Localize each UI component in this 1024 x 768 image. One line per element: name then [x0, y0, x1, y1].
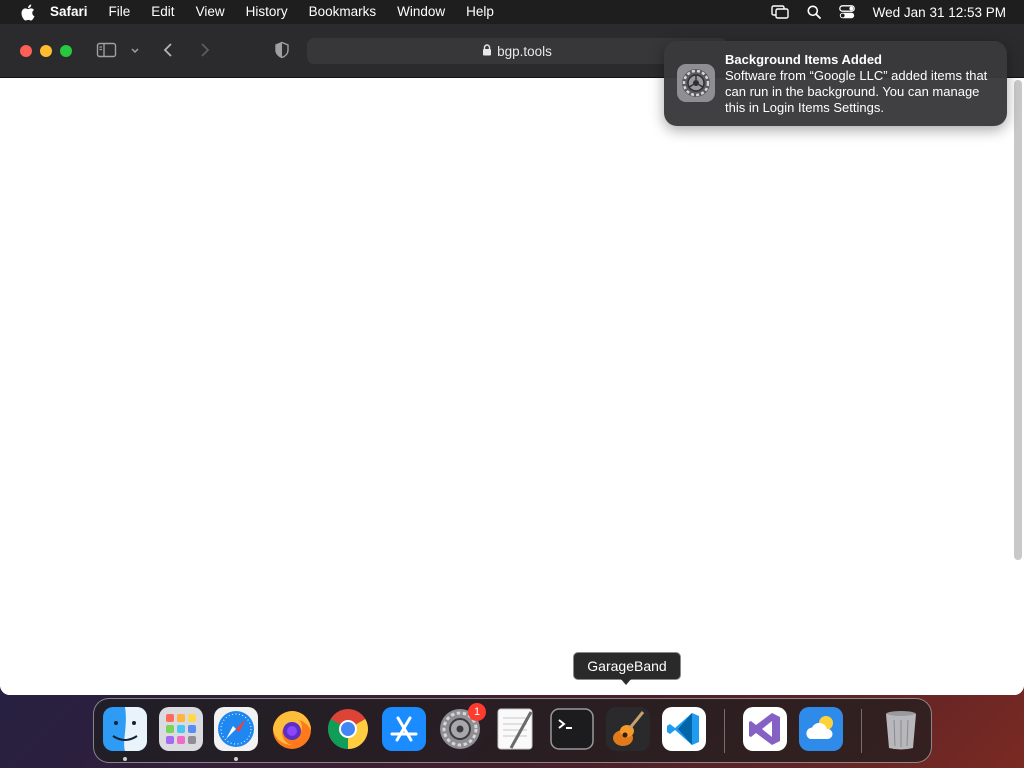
- chevron-left-icon: [163, 43, 172, 57]
- dock: 1: [93, 698, 932, 763]
- dock-separator: [724, 709, 725, 753]
- dock-system-settings-icon[interactable]: 1: [437, 703, 486, 752]
- close-window-button[interactable]: [20, 45, 32, 57]
- menu-edit[interactable]: Edit: [151, 0, 174, 24]
- tooltip-arrow: [620, 678, 632, 685]
- menubar-clock[interactable]: Wed Jan 31 12:53 PM: [873, 5, 1006, 20]
- web-page-content[interactable]: [0, 78, 1024, 695]
- lock-icon: [482, 43, 492, 59]
- dock-finder-icon[interactable]: [102, 706, 148, 752]
- menu-app-name[interactable]: Safari: [50, 0, 88, 24]
- notification-title: Background Items Added: [725, 52, 882, 67]
- fullscreen-window-button[interactable]: [60, 45, 72, 57]
- running-indicator: [123, 757, 127, 761]
- screen-mirroring-icon[interactable]: [770, 5, 789, 19]
- minimize-window-button[interactable]: [40, 45, 52, 57]
- chevron-down-icon[interactable]: [129, 41, 141, 59]
- dock-weather-icon[interactable]: [798, 706, 844, 752]
- chevron-right-icon: [201, 43, 210, 57]
- running-indicator: [234, 757, 238, 761]
- dock-chrome-icon[interactable]: [325, 706, 371, 752]
- apple-menu-icon[interactable]: [18, 3, 36, 21]
- url-text: bgp.tools: [497, 43, 552, 59]
- menu-file[interactable]: File: [109, 0, 131, 24]
- dock-visual-studio-icon[interactable]: [742, 706, 788, 752]
- menu-history[interactable]: History: [246, 0, 288, 24]
- dock-separator: [861, 709, 862, 753]
- menu-bookmarks[interactable]: Bookmarks: [309, 0, 377, 24]
- back-button[interactable]: [160, 41, 178, 59]
- menu-view[interactable]: View: [196, 0, 225, 24]
- dock-tooltip: GarageBand: [573, 652, 681, 680]
- page-scrollbar[interactable]: [1014, 80, 1022, 560]
- dock-terminal-icon[interactable]: [549, 706, 595, 752]
- forward-button[interactable]: [196, 41, 214, 59]
- dock-app-store-icon[interactable]: [381, 706, 427, 752]
- dock-textedit-icon[interactable]: [493, 706, 539, 752]
- dock-trash-icon[interactable]: [878, 706, 924, 752]
- menu-help[interactable]: Help: [466, 0, 494, 24]
- dock-vscode-icon[interactable]: [661, 706, 707, 752]
- notification-badge: 1: [468, 703, 486, 721]
- notification-body: Software from “Google LLC” added items t…: [725, 68, 988, 115]
- dock-garageband-icon[interactable]: [605, 706, 651, 752]
- menu-bar: Safari File Edit View History Bookmarks …: [0, 0, 1024, 24]
- privacy-shield-icon[interactable]: [274, 41, 290, 59]
- dock-firefox-icon[interactable]: [269, 706, 315, 752]
- spotlight-search-icon[interactable]: [807, 5, 821, 19]
- menu-window[interactable]: Window: [397, 0, 445, 24]
- background-items-notification[interactable]: Background Items Added Software from “Go…: [664, 41, 1007, 126]
- sidebar-toggle-icon[interactable]: [96, 41, 118, 59]
- dock-launchpad-icon[interactable]: [158, 706, 204, 752]
- system-settings-gear-icon: [677, 64, 715, 102]
- control-center-icon[interactable]: [838, 5, 855, 19]
- dock-safari-icon[interactable]: [213, 706, 259, 752]
